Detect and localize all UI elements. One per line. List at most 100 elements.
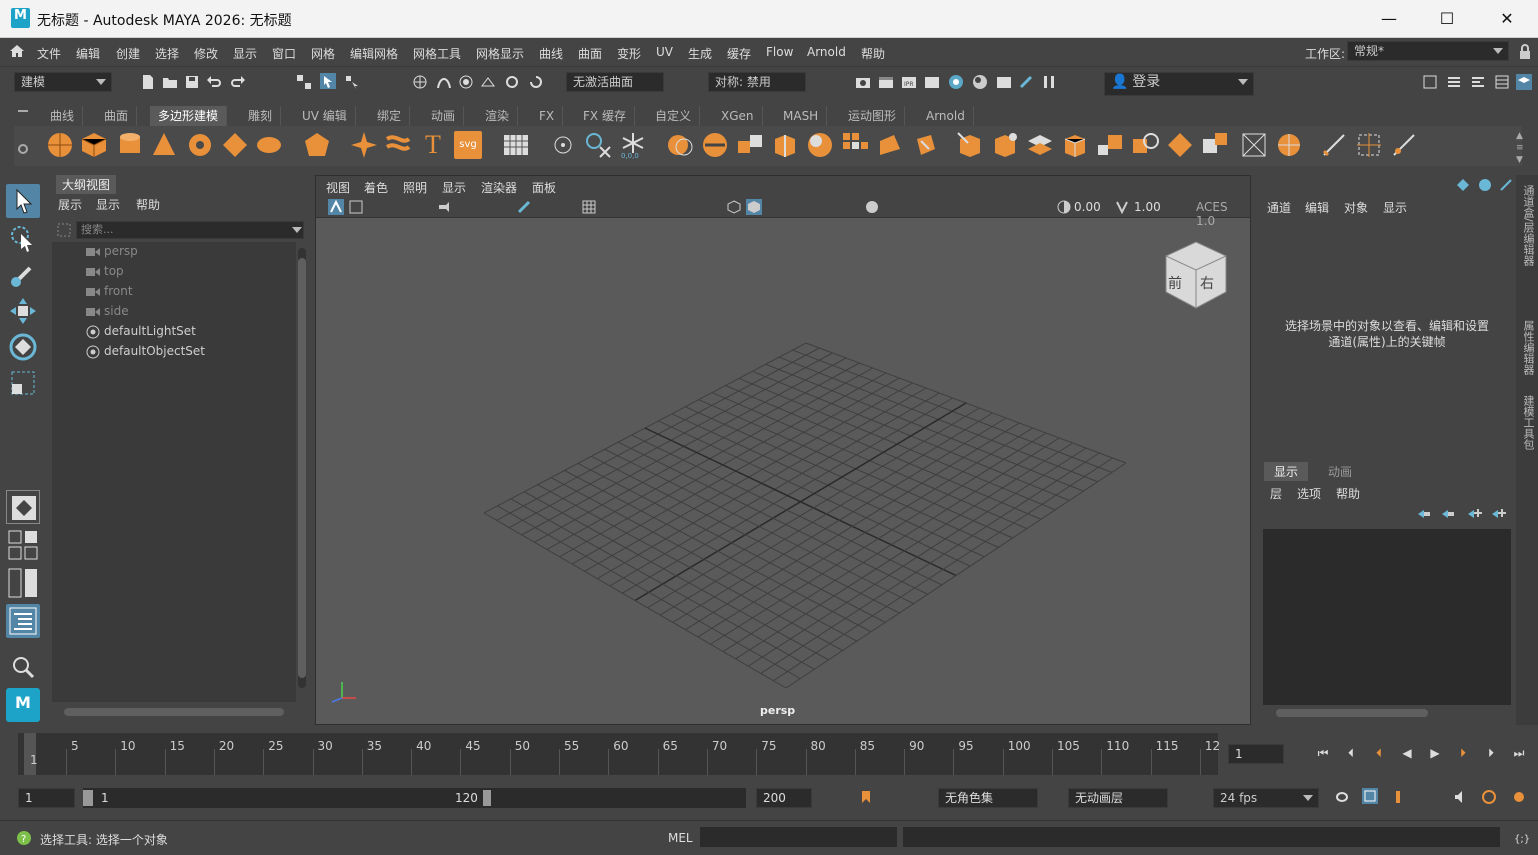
channel-menu-channels[interactable]: 通道: [1267, 199, 1291, 216]
symmetry-field[interactable]: 对称: 禁用: [708, 72, 806, 92]
playback-speed-icon[interactable]: [1481, 789, 1497, 805]
modeling-toolkit-icon[interactable]: [1422, 74, 1438, 90]
shelf-menu-icon[interactable]: [18, 110, 28, 112]
poly-cube-icon[interactable]: [80, 131, 108, 159]
list-item[interactable]: defaultLightSet: [86, 324, 196, 339]
menu-mesh-display[interactable]: 网格显示: [476, 45, 524, 62]
bookmark-icon[interactable]: [436, 199, 452, 215]
channel-menu-show[interactable]: 显示: [1383, 199, 1407, 216]
shelf-tab-custom[interactable]: 自定义: [647, 106, 701, 126]
shelf-tab-rigging[interactable]: 绑定: [369, 106, 411, 126]
home-icon[interactable]: [9, 44, 25, 58]
uv-editor-icon[interactable]: [1355, 131, 1383, 159]
save-scene-icon[interactable]: [184, 74, 200, 90]
viewport-panel[interactable]: 视图 着色 照明 显示 渲染器 面板 0.00 1.00 ACES 1.0 前 …: [315, 175, 1251, 725]
shelf-settings-icon[interactable]: [18, 144, 28, 154]
maya-home-icon[interactable]: M: [6, 688, 40, 722]
tool-settings-icon[interactable]: [1470, 74, 1486, 90]
snap-to-curve-icon[interactable]: [436, 74, 452, 90]
mode-dropdown[interactable]: 建模: [14, 72, 112, 92]
play-forwards-icon[interactable]: ▶: [1427, 746, 1443, 762]
append-polygon-icon[interactable]: [876, 131, 904, 159]
arnold-light-icon[interactable]: [1018, 74, 1034, 90]
menu-file[interactable]: 文件: [37, 45, 61, 62]
shadows-icon[interactable]: [864, 199, 880, 215]
layer-horizontal-scrollbar[interactable]: [1276, 709, 1428, 717]
current-frame-field[interactable]: 1: [1228, 744, 1284, 764]
menu-window[interactable]: 窗口: [272, 45, 296, 62]
auto-key-icon[interactable]: [1362, 788, 1378, 804]
sound-icon[interactable]: [1453, 789, 1469, 805]
side-tab-channel-box[interactable]: 通道盒/层编辑器: [1520, 185, 1536, 266]
list-item[interactable]: front: [86, 284, 133, 298]
menu-curves[interactable]: 曲线: [539, 45, 563, 62]
gamma-icon[interactable]: [1114, 199, 1130, 215]
mirror-icon[interactable]: [1240, 131, 1268, 159]
outliner-vertical-scroll-thumb[interactable]: [298, 258, 306, 678]
exposure-value[interactable]: 0.00: [1074, 200, 1101, 214]
exposure-icon[interactable]: [1056, 199, 1072, 215]
snap-to-view-plane-icon[interactable]: [480, 74, 496, 90]
attribute-editor-icon[interactable]: [1446, 74, 1462, 90]
snap-to-live-icon[interactable]: [504, 74, 520, 90]
side-tab-attribute-editor[interactable]: 属性编辑器: [1520, 320, 1536, 375]
combine-icon[interactable]: [666, 131, 694, 159]
outliner-layout-icon[interactable]: [6, 604, 40, 638]
live-surface-field[interactable]: 无激活曲面: [566, 72, 664, 92]
snap-rotate-icon[interactable]: [528, 74, 544, 90]
poly-plane-icon[interactable]: [221, 131, 249, 159]
smooth-shade-icon[interactable]: [746, 199, 762, 215]
list-item[interactable]: side: [86, 304, 129, 318]
pin-icon[interactable]: [1498, 177, 1514, 193]
shelf-tab-sculpting[interactable]: 雕刻: [240, 106, 282, 126]
gamma-value[interactable]: 1.00: [1134, 200, 1161, 214]
edge-loop-icon[interactable]: [1096, 131, 1124, 159]
search-icon[interactable]: [6, 650, 40, 684]
time-slider[interactable]: 1 5 10 15 20 25 30 35 40 45 50 55 60 65 70 75 80 85 90 95 1…: [18, 733, 1220, 775]
open-scene-icon[interactable]: [162, 74, 178, 90]
connect-icon[interactable]: [1026, 131, 1054, 159]
close-button[interactable]: ✕: [1496, 8, 1518, 30]
sweep-mesh-icon[interactable]: [384, 131, 412, 159]
select-tool-icon[interactable]: [6, 184, 40, 218]
shelf-tab-curves[interactable]: 曲线: [42, 106, 84, 126]
shelf-scroll-icon[interactable]: ▲ ≡ ▼: [1516, 130, 1524, 166]
help-icon[interactable]: ?: [16, 830, 32, 846]
go-to-end-icon[interactable]: ⏭: [1511, 746, 1527, 762]
layer-tab-display[interactable]: 显示: [1264, 462, 1309, 481]
channel-menu-edit[interactable]: 编辑: [1305, 199, 1329, 216]
render-view-icon[interactable]: [924, 74, 940, 90]
layers-icon[interactable]: [1516, 74, 1532, 90]
viewport-menu-panels[interactable]: 面板: [532, 179, 556, 196]
menu-flow[interactable]: Flow: [766, 45, 793, 59]
shelf-tab-motion-graphics[interactable]: 运动图形: [840, 106, 906, 126]
chevron-down-icon[interactable]: [292, 227, 302, 233]
scene-end-field[interactable]: 200: [756, 788, 812, 808]
outliner-search-input[interactable]: 搜索...: [76, 221, 304, 239]
poly-cone-icon[interactable]: [150, 131, 178, 159]
layer-menu-layers[interactable]: 层: [1270, 485, 1282, 502]
outliner-menu-display[interactable]: 显示: [96, 196, 120, 213]
fill-hole-icon[interactable]: [911, 131, 939, 159]
render-frame-icon[interactable]: [878, 74, 894, 90]
menu-mesh-tools[interactable]: 网格工具: [413, 45, 461, 62]
shelf-tab-fx-caching[interactable]: FX 缓存: [575, 106, 635, 126]
outliner-menu-help[interactable]: 帮助: [136, 196, 160, 213]
grid-toggle-icon[interactable]: [581, 199, 597, 215]
insert-edge-icon[interactable]: [1131, 131, 1159, 159]
menu-help[interactable]: 帮助: [861, 45, 885, 62]
layer-tab-anim[interactable]: 动画: [1318, 462, 1362, 481]
render-settings-icon[interactable]: [855, 74, 871, 90]
maximize-button[interactable]: ☐: [1436, 8, 1458, 30]
menu-select[interactable]: 选择: [155, 45, 179, 62]
freeze-transforms-icon[interactable]: 0,0,0: [619, 131, 647, 159]
target-weld-icon[interactable]: [991, 131, 1019, 159]
fps-dropdown[interactable]: 24 fps: [1213, 788, 1319, 808]
shelf-tab-animation[interactable]: 动画: [423, 106, 465, 126]
range-start-handle[interactable]: [83, 790, 93, 806]
paint-select-tool-icon[interactable]: [6, 258, 40, 292]
outliner-tab[interactable]: 大纲视图: [56, 175, 117, 194]
shelf-tab-rendering[interactable]: 渲染: [477, 106, 519, 126]
smooth-icon[interactable]: [736, 131, 764, 159]
planar-map-icon[interactable]: [1390, 131, 1418, 159]
